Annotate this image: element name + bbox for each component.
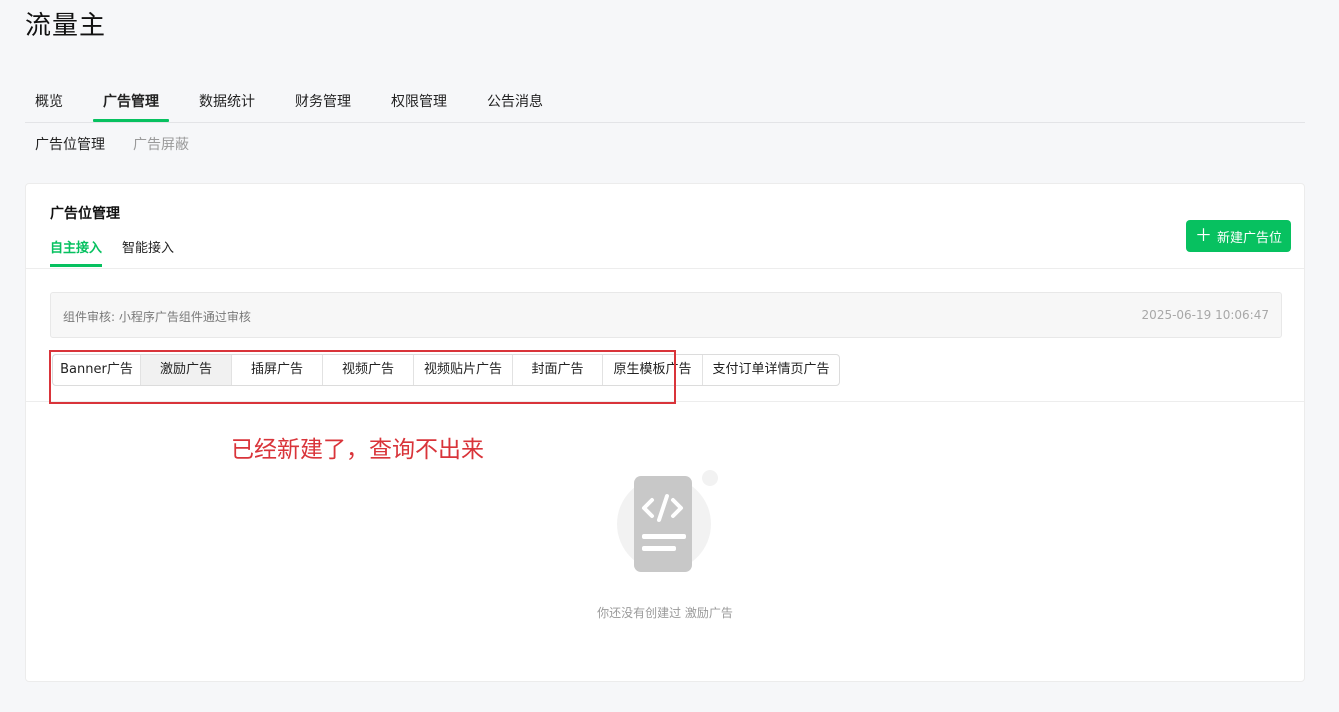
sub-nav-ad-blocking[interactable]: 广告屏蔽 <box>133 134 189 154</box>
tab-finance-management[interactable]: 财务管理 <box>295 91 351 111</box>
tab-announcements[interactable]: 公告消息 <box>487 91 543 111</box>
ad-type-banner[interactable]: Banner广告 <box>53 355 141 385</box>
divider <box>26 268 1304 269</box>
divider <box>26 401 1304 402</box>
ad-slot-card: 广告位管理 自主接入 智能接入 ＋ 新建广告位 组件审核: 小程序广告组件通过审… <box>25 183 1305 682</box>
code-document-icon <box>617 470 718 572</box>
ad-type-payment-order-detail[interactable]: 支付订单详情页广告 <box>703 355 839 385</box>
notice-text: 组件审核: 小程序广告组件通过审核 <box>63 310 251 324</box>
page-title: 流量主 <box>25 11 107 41</box>
active-tab-indicator <box>93 119 169 122</box>
card-title: 广告位管理 <box>50 206 120 222</box>
tab-permission-management[interactable]: 权限管理 <box>391 91 447 111</box>
new-ad-slot-label: 新建广告位 <box>1216 230 1282 246</box>
ad-type-interstitial[interactable]: 插屏广告 <box>232 355 323 385</box>
ad-type-video-patch[interactable]: 视频贴片广告 <box>414 355 513 385</box>
tab-overview[interactable]: 概览 <box>35 91 63 111</box>
tab-data-statistics[interactable]: 数据统计 <box>199 91 255 111</box>
main-nav: 概览 广告管理 数据统计 财务管理 权限管理 公告消息 <box>25 86 1305 123</box>
new-ad-slot-button[interactable]: ＋ 新建广告位 <box>1186 220 1291 252</box>
access-tab-indicator <box>50 264 102 267</box>
review-notice: 组件审核: 小程序广告组件通过审核 2025-06-19 10:06:47 <box>50 292 1282 338</box>
tab-ad-management[interactable]: 广告管理 <box>103 91 159 111</box>
ad-type-selector: Banner广告 激励广告 插屏广告 视频广告 视频贴片广告 封面广告 原生模板… <box>52 354 840 386</box>
tab-self-access[interactable]: 自主接入 <box>50 237 102 256</box>
empty-state-text: 你还没有创建过 激励广告 <box>597 606 733 620</box>
ad-type-cover[interactable]: 封面广告 <box>513 355 603 385</box>
tab-smart-access[interactable]: 智能接入 <box>122 237 174 256</box>
ad-type-video[interactable]: 视频广告 <box>323 355 414 385</box>
notice-time: 2025-06-19 10:06:47 <box>1141 308 1269 322</box>
ad-type-native-template[interactable]: 原生模板广告 <box>603 355 703 385</box>
ad-type-rewarded[interactable]: 激励广告 <box>141 355 232 385</box>
plus-icon: ＋ <box>1194 225 1212 246</box>
annotation-text: 已经新建了，查询不出来 <box>231 437 484 463</box>
sub-nav-ad-slot-management[interactable]: 广告位管理 <box>35 134 105 154</box>
